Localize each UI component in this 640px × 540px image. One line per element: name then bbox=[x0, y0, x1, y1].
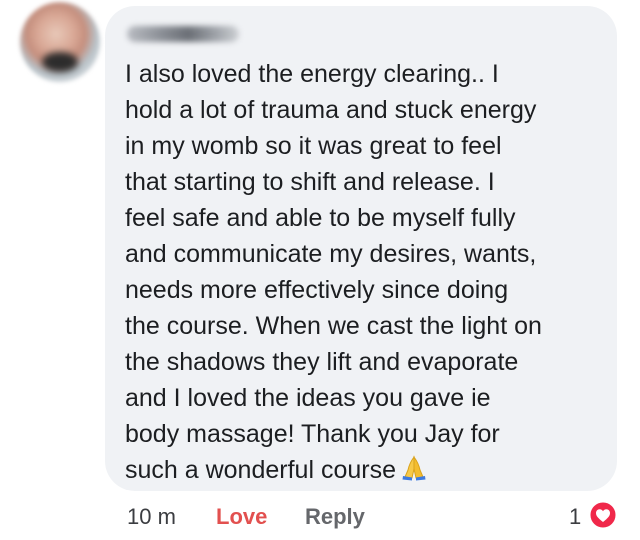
comment-line: in my womb so it was great to feel bbox=[125, 132, 502, 160]
avatar[interactable] bbox=[20, 2, 100, 82]
avatar-shadow bbox=[42, 52, 78, 72]
comment-line: body massage! Thank you Jay for bbox=[125, 420, 500, 448]
comment-text: I also loved the energy clearing.. I hol… bbox=[125, 56, 605, 488]
comment-line-last: such a wonderful course bbox=[125, 452, 605, 488]
comment-line: I also loved the energy clearing.. I bbox=[125, 60, 499, 88]
reaction-count[interactable]: 1 bbox=[569, 504, 581, 530]
comment-line: feel safe and able to be myself fully bbox=[125, 204, 516, 232]
comment-line: needs more effectively since doing bbox=[125, 276, 509, 304]
comment-bubble: I also loved the energy clearing.. I hol… bbox=[105, 6, 617, 491]
author-name-redacted[interactable] bbox=[127, 26, 239, 42]
comment-line: and communicate my desires, wants, bbox=[125, 240, 537, 268]
comment-timestamp[interactable]: 10 m bbox=[127, 504, 176, 530]
reply-button[interactable]: Reply bbox=[305, 504, 365, 530]
comment-line-text: such a wonderful course bbox=[125, 456, 396, 484]
comment-line: and I loved the ideas you gave ie bbox=[125, 384, 491, 412]
comment-line: the course. When we cast the light on bbox=[125, 312, 542, 340]
comment-actions: 10 m Love Reply 1 bbox=[0, 496, 640, 536]
folded-hands-icon bbox=[402, 455, 426, 481]
comment-line: hold a lot of trauma and stuck energy bbox=[125, 96, 537, 124]
heart-icon[interactable] bbox=[588, 500, 618, 530]
love-reaction-button[interactable]: Love bbox=[216, 504, 267, 530]
comment-screenshot: I also loved the energy clearing.. I hol… bbox=[0, 0, 640, 540]
comment-line: that starting to shift and release. I bbox=[125, 168, 495, 196]
comment-line: the shadows they lift and evaporate bbox=[125, 348, 519, 376]
